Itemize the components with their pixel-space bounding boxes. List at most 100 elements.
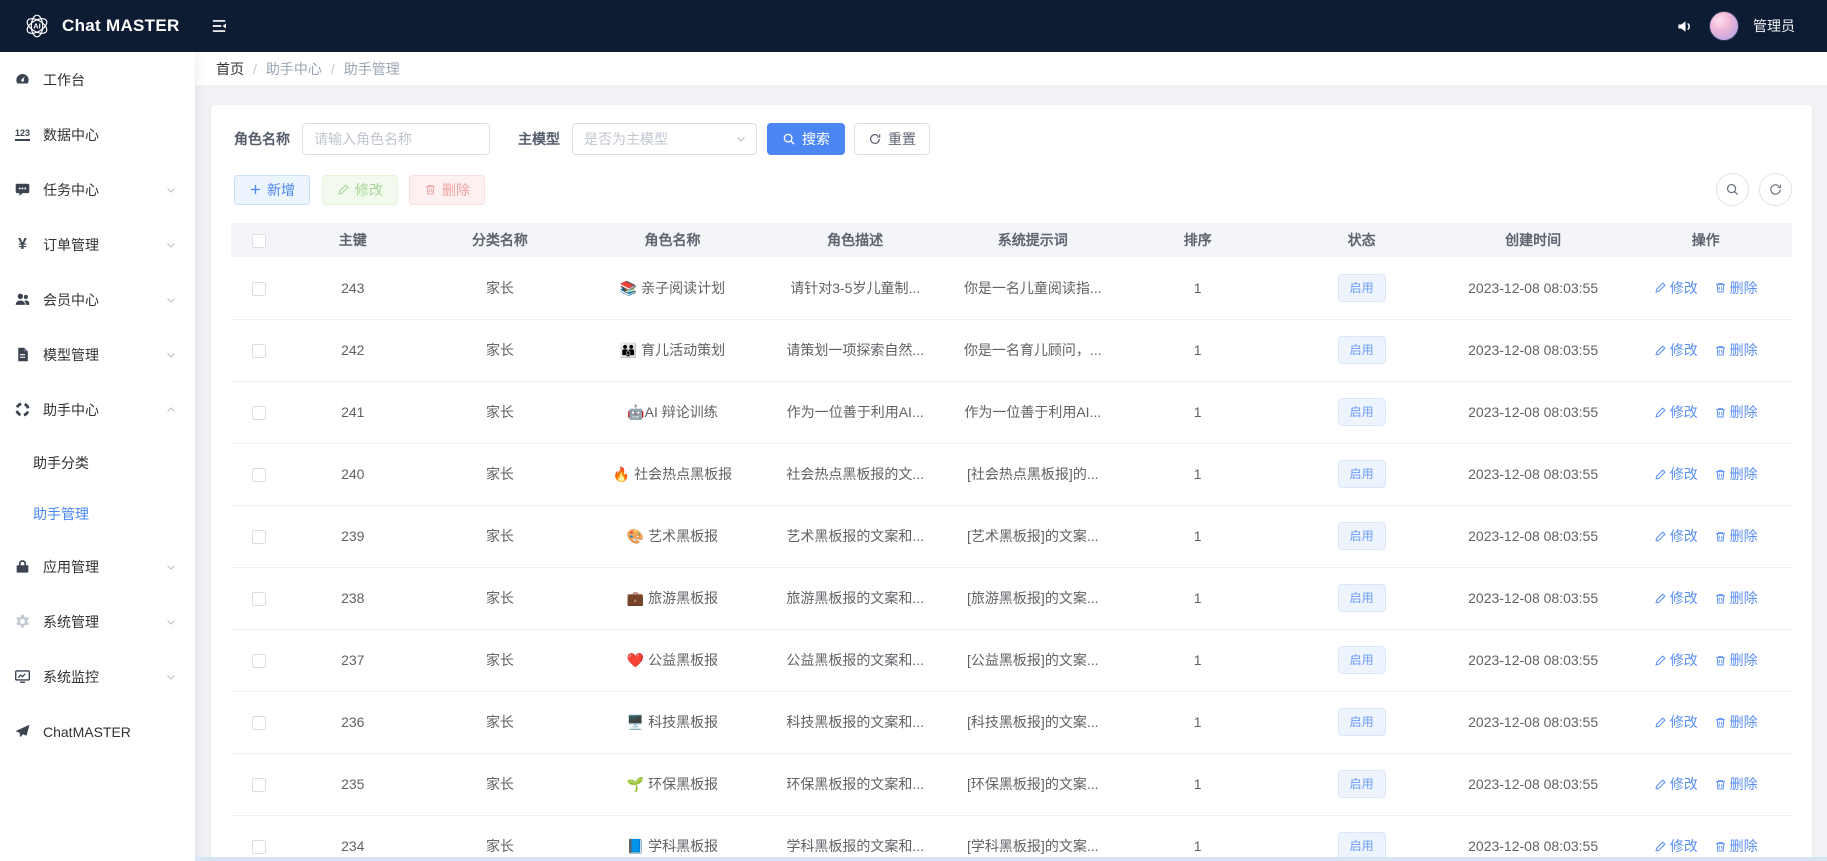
breadcrumb-assistant-center[interactable]: 助手中心 [266,59,322,79]
sidebar-item-assistant-category[interactable]: 助手分类 [0,437,195,488]
menu-fold-icon[interactable] [210,17,228,35]
row-checkbox[interactable] [252,282,266,296]
cell-sort: 1 [1119,381,1276,443]
chevron-down-icon [165,561,177,573]
user-avatar[interactable] [1709,11,1739,41]
main-model-label: 主模型 [518,129,560,149]
row-checkbox[interactable] [252,592,266,606]
edit-link[interactable]: 修改 [1654,588,1698,608]
cell-role-name: 💼 旅游黑板报 [581,567,764,629]
users-icon [13,291,32,308]
username-label[interactable]: 管理员 [1753,16,1795,36]
sidebar-item-member-center[interactable]: 会员中心 [0,272,195,327]
table-row[interactable]: 242 家长 👪 育儿活动策划 请策划一项探索自然... 你是一名育儿顾问，..… [231,319,1792,381]
sidebar-item-chatmaster[interactable]: ChatMASTER [0,704,195,759]
search-icon [782,132,796,146]
sidebar-item-assistant-management[interactable]: 助手管理 [0,488,195,539]
table-row[interactable]: 238 家长 💼 旅游黑板报 旅游黑板报的文案和... [旅游黑板报]的文案..… [231,567,1792,629]
main-model-select[interactable]: 是否为主模型 [572,123,757,155]
sidebar-item-app-management[interactable]: 应用管理 [0,539,195,594]
row-checkbox[interactable] [252,716,266,730]
refresh-table-button[interactable] [1759,173,1792,206]
select-all-checkbox[interactable] [252,234,266,248]
table-row[interactable]: 243 家长 📚 亲子阅读计划 请针对3-5岁儿童制... 你是一名儿童阅读指.… [231,257,1792,319]
table-row[interactable]: 236 家长 🖥️ 科技黑板报 科技黑板报的文案和... [科技黑板报]的文案.… [231,691,1792,753]
trash-icon [1714,778,1727,791]
sidebar-item-workbench[interactable]: 工作台 [0,52,195,107]
col-header-category: 分类名称 [419,223,581,257]
delete-link[interactable]: 删除 [1714,774,1758,794]
delete-link[interactable]: 删除 [1714,650,1758,670]
search-button[interactable]: 搜索 [767,123,845,155]
cell-sort: 1 [1119,753,1276,815]
role-name-input[interactable] [302,123,490,155]
cell-sort: 1 [1119,257,1276,319]
cell-system-prompt: 作为一位善于利用AI... [947,381,1120,443]
row-checkbox[interactable] [252,530,266,544]
app-logo-icon: AI [24,13,50,39]
edit-link[interactable]: 修改 [1654,712,1698,732]
sidebar-item-label: 数据中心 [43,125,177,145]
speaker-icon[interactable] [1676,17,1695,36]
row-checkbox[interactable] [252,406,266,420]
sidebar-item-data-center[interactable]: 123 数据中心 [0,107,195,162]
add-button[interactable]: 新增 [234,175,310,205]
delete-link[interactable]: 删除 [1714,526,1758,546]
table-row[interactable]: 239 家长 🎨 艺术黑板报 艺术黑板报的文案和... [艺术黑板报]的文案..… [231,505,1792,567]
assistants-table: 主键 分类名称 角色名称 角色描述 系统提示词 排序 状态 创建时间 操作 24… [231,223,1792,861]
cell-id: 238 [287,567,419,629]
table-row[interactable]: 235 家长 🌱 环保黑板报 环保黑板报的文案和... [环保黑板报]的文案..… [231,753,1792,815]
toggle-search-button[interactable] [1716,173,1749,206]
status-badge: 启用 [1338,398,1386,426]
sidebar-item-task-center[interactable]: 任务中心 [0,162,195,217]
table-row[interactable]: 234 家长 📘 学科黑板报 学科黑板报的文案和... [学科黑板报]的文案..… [231,815,1792,861]
edit-link[interactable]: 修改 [1654,526,1698,546]
row-checkbox[interactable] [252,468,266,482]
table-row[interactable]: 240 家长 🔥 社会热点黑板报 社会热点黑板报的文... [社会热点黑板报]的… [231,443,1792,505]
breadcrumb-separator: / [331,61,335,77]
edit-link[interactable]: 修改 [1654,278,1698,298]
pen-icon [337,183,350,196]
delete-button[interactable]: 删除 [409,175,485,205]
delete-link[interactable]: 删除 [1714,402,1758,422]
cell-system-prompt: [旅游黑板报]的文案... [947,567,1120,629]
app-brand: AI Chat MASTER [0,13,195,39]
edit-button[interactable]: 修改 [322,175,398,205]
edit-link[interactable]: 修改 [1654,836,1698,856]
edit-link[interactable]: 修改 [1654,340,1698,360]
row-checkbox[interactable] [252,344,266,358]
col-header-role-desc: 角色描述 [764,223,947,257]
row-checkbox[interactable] [252,840,266,854]
delete-link[interactable]: 删除 [1714,836,1758,856]
row-checkbox[interactable] [252,778,266,792]
breadcrumb-separator: / [253,61,257,77]
sidebar-item-assistant-center[interactable]: 助手中心 [0,382,195,437]
sidebar-item-model-management[interactable]: 模型管理 [0,327,195,382]
edit-link[interactable]: 修改 [1654,464,1698,484]
cell-role-desc: 作为一位善于利用AI... [764,381,947,443]
chat-icon [13,181,32,198]
cell-created-time: 2023-12-08 08:03:55 [1447,753,1620,815]
sidebar-item-system-management[interactable]: 系统管理 [0,594,195,649]
row-checkbox[interactable] [252,654,266,668]
pen-icon [1654,530,1667,543]
cell-created-time: 2023-12-08 08:03:55 [1447,443,1620,505]
edit-link[interactable]: 修改 [1654,650,1698,670]
sidebar-item-system-monitor[interactable]: 系统监控 [0,649,195,704]
table-row[interactable]: 237 家长 ❤️ 公益黑板报 公益黑板报的文案和... [公益黑板报]的文案.… [231,629,1792,691]
cell-role-desc: 科技黑板报的文案和... [764,691,947,753]
horizontal-scrollbar[interactable] [195,857,1827,861]
breadcrumb-home[interactable]: 首页 [216,59,244,79]
chevron-down-icon [165,349,177,361]
reset-button[interactable]: 重置 [854,123,930,155]
delete-link[interactable]: 删除 [1714,340,1758,360]
delete-link[interactable]: 删除 [1714,712,1758,732]
delete-link[interactable]: 删除 [1714,588,1758,608]
edit-link[interactable]: 修改 [1654,774,1698,794]
cell-created-time: 2023-12-08 08:03:55 [1447,319,1620,381]
edit-link[interactable]: 修改 [1654,402,1698,422]
delete-link[interactable]: 删除 [1714,278,1758,298]
table-row[interactable]: 241 家长 🤖AI 辩论训练 作为一位善于利用AI... 作为一位善于利用AI… [231,381,1792,443]
sidebar-item-order-management[interactable]: ¥ 订单管理 [0,217,195,272]
delete-link[interactable]: 删除 [1714,464,1758,484]
